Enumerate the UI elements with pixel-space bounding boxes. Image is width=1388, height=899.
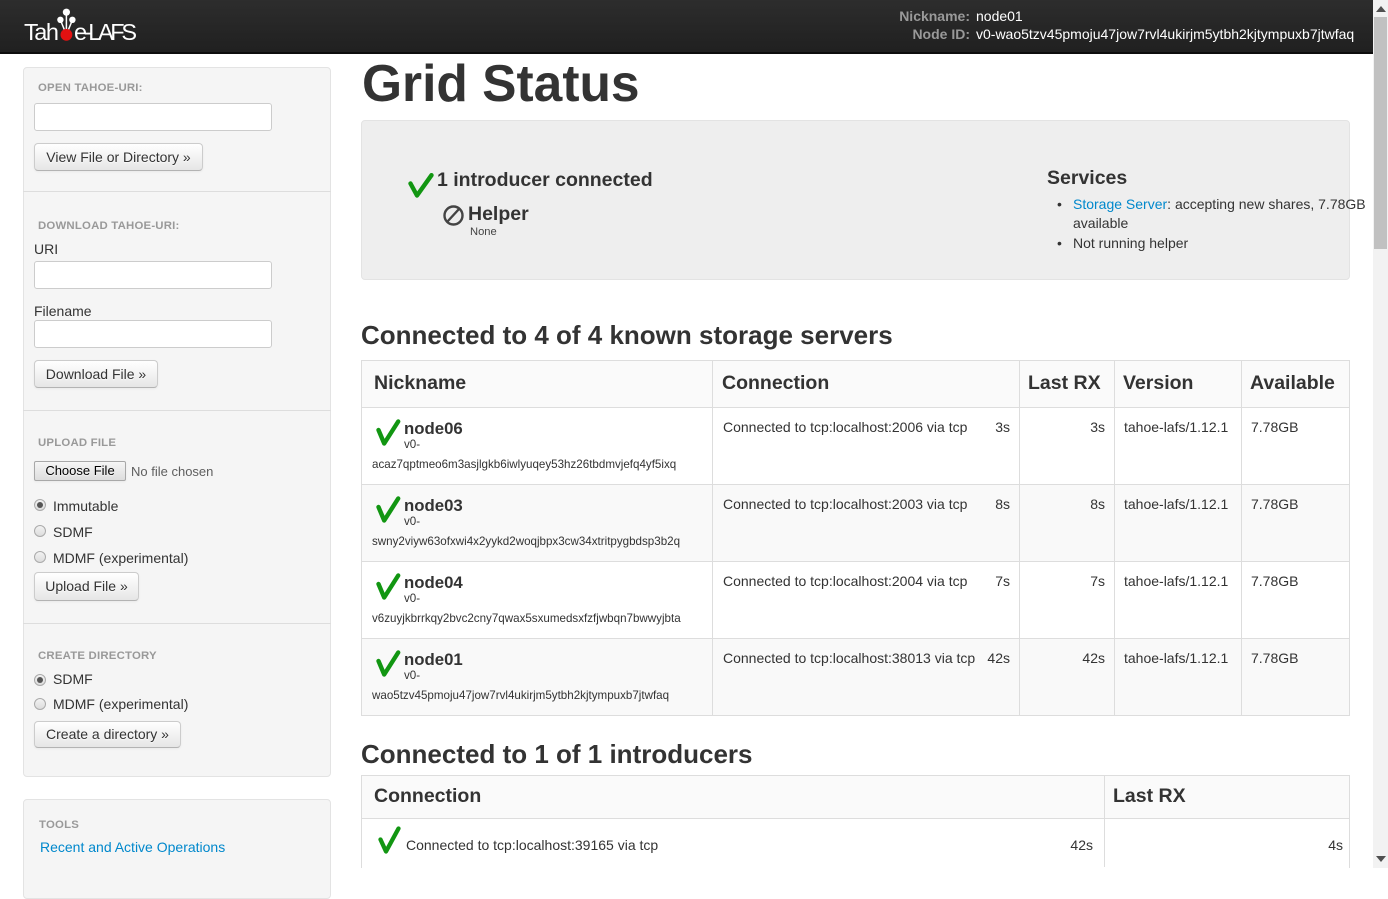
svg-text:e-LAFS: e-LAFS [74,19,137,45]
svg-text:Tah: Tah [24,19,59,45]
